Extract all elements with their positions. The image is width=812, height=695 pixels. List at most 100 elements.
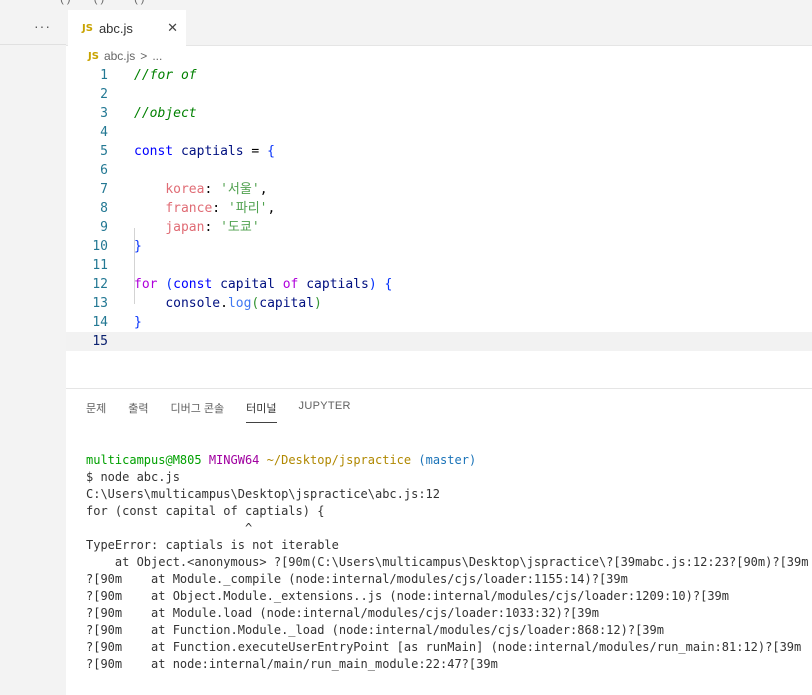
line-number: 13 xyxy=(92,296,108,311)
terminal-line: C:\Users\multicampus\Desktop\jspractice\… xyxy=(86,487,441,501)
code-comment: //object xyxy=(134,106,197,121)
terminal-prompt: multicampus@M805 MINGW64 ~/Desktop/jspra… xyxy=(86,452,812,469)
code-line: 1 //for of xyxy=(66,66,812,85)
line-number: 12 xyxy=(92,277,108,292)
panel-tabs: 문제 출력 디버그 콘솔 터미널 JUPYTER xyxy=(86,400,373,423)
more-actions-icon[interactable]: ··· xyxy=(34,18,51,34)
code-paren: ) xyxy=(314,296,322,311)
code-string: '파리' xyxy=(227,201,268,216)
code-brace: { xyxy=(384,277,393,292)
line-number: 4 xyxy=(100,125,108,140)
code-punct: , xyxy=(259,182,268,197)
terminal-line: ?[90m at Object.Module._extensions..js (… xyxy=(86,589,729,603)
prompt-branch: (master) xyxy=(418,453,477,467)
tab-label: abc.js xyxy=(98,20,133,36)
prompt-path: ~/Desktop/jspractice xyxy=(266,453,412,467)
line-number: 11 xyxy=(92,258,108,273)
code-line: 11 xyxy=(66,256,812,275)
code-line: 8 france: '파리', xyxy=(66,199,812,218)
javascript-file-icon: JS xyxy=(88,50,99,62)
code-line: 4 xyxy=(66,123,812,142)
line-number: 6 xyxy=(100,163,108,178)
code-line: 7 korea: '서울', xyxy=(66,180,812,199)
code-editor[interactable]: 1 //for of 2 3 //object 4 5 const captia… xyxy=(66,66,812,366)
code-keyword: of xyxy=(282,277,299,292)
terminal-line: ?[90m at Function.executeUserEntryPoint … xyxy=(86,640,802,654)
line-number: 1 xyxy=(100,68,108,83)
code-variable: capital xyxy=(220,277,275,292)
sidebar-divider xyxy=(0,44,66,45)
code-punct: : xyxy=(212,201,228,216)
javascript-file-icon: JS xyxy=(82,22,93,34)
code-keyword: const xyxy=(134,144,174,159)
terminal-line: ?[90m at node:internal/main/run_main_mod… xyxy=(86,657,498,671)
code-punct: , xyxy=(267,201,276,216)
code-brace: } xyxy=(134,315,142,330)
editor-tab-bar: JS abc.js ✕ xyxy=(66,8,812,46)
line-number: 10 xyxy=(92,239,108,254)
code-line: 6 xyxy=(66,161,812,180)
code-paren: ( xyxy=(165,277,174,292)
code-brace: } xyxy=(134,239,142,254)
line-number: 8 xyxy=(100,201,108,216)
line-number: 14 xyxy=(92,315,108,330)
breadcrumb-more[interactable]: ... xyxy=(152,49,162,63)
code-line: 5 const captials = { xyxy=(66,142,812,161)
code-comment: //for of xyxy=(134,68,197,83)
tab-problems[interactable]: 문제 xyxy=(86,400,106,423)
line-number: 3 xyxy=(100,106,108,121)
code-string: '도쿄' xyxy=(220,220,260,235)
code-paren: ) xyxy=(368,277,377,292)
code-variable: captials xyxy=(306,277,369,292)
line-number: 15 xyxy=(92,334,108,349)
terminal-line: for (const capital of captials) { xyxy=(86,504,325,518)
code-punct: . xyxy=(220,296,228,311)
code-variable: console xyxy=(165,296,221,311)
code-punct: : xyxy=(204,182,221,197)
tab-terminal[interactable]: 터미널 xyxy=(246,400,277,423)
code-property: japan xyxy=(165,220,205,235)
prompt-user: multicampus@M805 xyxy=(86,453,202,467)
code-property: france xyxy=(165,201,213,216)
code-variable: captials xyxy=(180,144,244,159)
code-line: 13 console.log(capital) xyxy=(66,294,812,313)
menu-bar-partial-text: · · · ( ) · · · ( ) · · · · ( ) · · · xyxy=(40,0,165,5)
code-keyword: for xyxy=(134,277,158,292)
terminal-line: ^ xyxy=(86,521,253,535)
panel-divider xyxy=(66,388,812,389)
code-line: 12 for (const capital of captials) { xyxy=(66,275,812,294)
terminal-line: ?[90m at Module.load (node:internal/modu… xyxy=(86,606,599,620)
terminal-line: ?[90m at Function.Module._load (node:int… xyxy=(86,623,664,637)
terminal-line: $ node abc.js xyxy=(86,470,180,484)
code-line: 9 japan: '도쿄' xyxy=(66,218,812,237)
chevron-right-icon: > xyxy=(140,49,148,63)
code-variable: capital xyxy=(259,296,315,311)
tab-output[interactable]: 출력 xyxy=(128,400,148,423)
code-punct: : xyxy=(204,220,221,235)
terminal-line: TypeError: captials is not iterable xyxy=(86,538,339,552)
line-number: 2 xyxy=(100,87,108,102)
line-number: 9 xyxy=(100,220,108,235)
code-line: 14 } xyxy=(66,313,812,332)
tab-abc-js[interactable]: JS abc.js ✕ xyxy=(68,10,186,46)
code-string: '서울' xyxy=(220,182,260,197)
code-line: 3 //object xyxy=(66,104,812,123)
terminal-line: ?[90m at Module._compile (node:internal/… xyxy=(86,572,628,586)
code-operator: = xyxy=(243,144,268,159)
breadcrumb-file[interactable]: abc.js xyxy=(104,49,135,63)
line-number: 5 xyxy=(100,144,108,159)
terminal-line: at Object.<anonymous> ?[90m(C:\Users\mul… xyxy=(86,555,809,569)
terminal-output[interactable]: multicampus@M805 MINGW64 ~/Desktop/jspra… xyxy=(86,452,812,695)
code-line-current: 15 xyxy=(66,332,812,351)
sidebar-panel: ··· xyxy=(0,8,66,695)
tab-jupyter[interactable]: JUPYTER xyxy=(299,400,351,423)
code-function: log xyxy=(227,296,252,311)
menu-bar: · · · ( ) · · · ( ) · · · · ( ) · · · xyxy=(0,0,812,8)
code-keyword: const xyxy=(173,277,213,292)
code-brace: { xyxy=(267,144,275,159)
code-line: 10 } xyxy=(66,237,812,256)
line-number: 7 xyxy=(100,182,108,197)
tab-debug-console[interactable]: 디버그 콘솔 xyxy=(171,400,225,423)
code-line: 2 xyxy=(66,85,812,104)
close-icon[interactable]: ✕ xyxy=(167,20,178,36)
